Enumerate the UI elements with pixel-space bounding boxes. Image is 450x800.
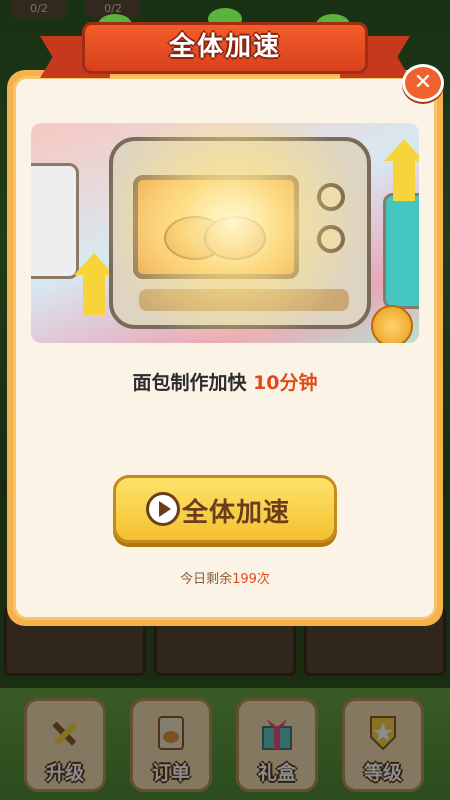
play-video-icon: [146, 492, 180, 526]
close-icon: ✕: [413, 70, 433, 95]
glow-effect: [31, 123, 419, 343]
remaining-count: 199次: [232, 572, 270, 587]
speedup-description: 面包制作加快 10分钟: [0, 368, 450, 395]
speedup-button-label: 全体加速: [182, 498, 291, 528]
title-ribbon: 全体加速: [40, 8, 410, 80]
dialog-title: 全体加速: [168, 32, 281, 62]
remaining-label: 今日剩余: [180, 572, 233, 587]
oven-illustration: [31, 123, 419, 343]
remaining-uses: 今日剩余199次: [0, 568, 450, 587]
description-text: 面包制作加快: [132, 372, 254, 394]
close-button[interactable]: ✕: [402, 64, 444, 102]
speedup-duration: 10分钟: [253, 372, 318, 394]
speedup-all-button[interactable]: 全体加速: [113, 475, 337, 543]
coin-icon: [371, 305, 413, 343]
